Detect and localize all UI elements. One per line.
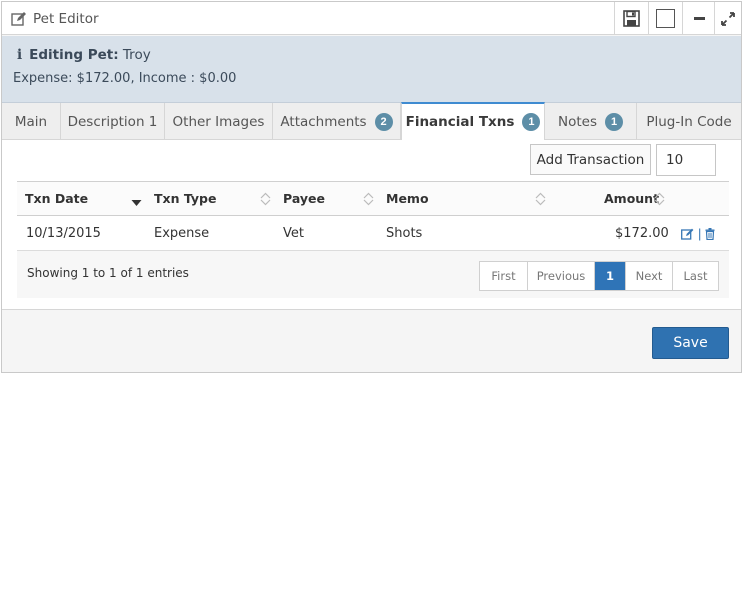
attachments-count-badge: 2 <box>374 112 393 131</box>
column-amount[interactable]: Amount <box>604 191 659 206</box>
page-next-button[interactable]: Next <box>626 262 673 290</box>
column-txn-type[interactable]: Txn Type <box>154 191 216 206</box>
add-transaction-button[interactable]: Add Transaction <box>530 144 651 175</box>
save-icon-button[interactable] <box>614 2 648 35</box>
editing-pet-line: i Editing Pet: Troy <box>17 47 151 63</box>
tab-bar: Main Description 1 Other Images Attachme… <box>2 102 741 140</box>
tab-other-images[interactable]: Other Images <box>165 103 273 140</box>
page-current-button[interactable]: 1 <box>595 262 626 290</box>
financial-summary: Expense: $172.00, Income : $0.00 <box>13 71 237 86</box>
tab-label: Financial Txns <box>405 114 515 130</box>
info-panel: i Editing Pet: Troy Expense: $172.00, Inc… <box>2 36 741 103</box>
tab-main[interactable]: Main <box>2 103 61 140</box>
tab-plug-in-code[interactable]: Plug-In Code <box>637 103 741 140</box>
pet-name: Troy <box>122 47 151 63</box>
editing-pet-label: Editing Pet: <box>29 47 119 63</box>
tab-label: Other Images <box>172 113 265 130</box>
page-first-button[interactable]: First <box>480 262 528 290</box>
sort-icon[interactable] <box>260 192 271 206</box>
sort-icon[interactable] <box>654 192 665 206</box>
minimize-button[interactable] <box>682 2 716 35</box>
window-title: Pet Editor <box>33 11 99 27</box>
page-size-input[interactable]: 10 <box>656 144 716 176</box>
sort-icon[interactable] <box>535 192 546 206</box>
tab-financial-txns[interactable]: Financial Txns 1 <box>401 102 545 140</box>
transactions-table: Txn Date Txn Type Payee Memo Amount 10/1… <box>17 181 729 298</box>
tab-description-1[interactable]: Description 1 <box>61 103 165 140</box>
financial-txns-panel: Add Transaction 10 Txn Date Txn Type Pay… <box>2 140 741 310</box>
sort-desc-icon[interactable] <box>131 196 142 210</box>
notes-count-badge: 1 <box>605 112 623 131</box>
info-icon: i <box>17 47 23 63</box>
save-button[interactable]: Save <box>652 327 729 359</box>
cell-txn-date: 10/13/2015 <box>26 226 101 241</box>
tab-label: Description 1 <box>67 113 158 130</box>
tab-notes[interactable]: Notes 1 <box>545 103 637 140</box>
tab-label: Main <box>14 113 48 130</box>
table-header: Txn Date Txn Type Payee Memo Amount <box>17 181 729 216</box>
sort-icon[interactable] <box>363 192 374 206</box>
action-separator: | <box>698 226 702 241</box>
minimize-icon <box>694 17 705 20</box>
cell-amount: $172.00 <box>615 226 669 241</box>
tab-label: Attachments <box>280 113 367 130</box>
titlebar: Pet Editor <box>2 2 741 35</box>
financial-txns-count-badge: 1 <box>522 113 541 131</box>
pagination: First Previous 1 Next Last <box>479 261 719 291</box>
fullscreen-button[interactable] <box>714 2 741 35</box>
tab-label: Notes <box>558 113 597 130</box>
page-last-button[interactable]: Last <box>673 262 718 290</box>
column-memo[interactable]: Memo <box>386 191 429 206</box>
tab-attachments[interactable]: Attachments 2 <box>273 103 401 140</box>
column-payee[interactable]: Payee <box>283 191 325 206</box>
tab-label: Plug-In Code <box>646 113 732 130</box>
edit-row-icon[interactable] <box>681 228 694 240</box>
pet-editor-window: Pet Editor i Editing Pet: Troy Expense: … <box>1 1 742 373</box>
fullscreen-icon <box>721 11 735 26</box>
table-info: Showing 1 to 1 of 1 entries <box>27 266 189 280</box>
maximize-button[interactable] <box>648 2 682 35</box>
cell-payee: Vet <box>283 226 304 241</box>
cell-memo: Shots <box>386 226 423 241</box>
column-txn-date[interactable]: Txn Date <box>25 191 88 206</box>
table-row: 10/13/2015 Expense Vet Shots $172.00 | <box>17 216 729 251</box>
save-icon <box>623 10 640 27</box>
row-actions: | <box>681 226 715 241</box>
edit-icon <box>11 11 27 27</box>
cell-txn-type: Expense <box>154 226 210 241</box>
delete-row-icon[interactable] <box>705 227 715 240</box>
maximize-icon <box>656 9 675 28</box>
page-previous-button[interactable]: Previous <box>528 262 595 290</box>
